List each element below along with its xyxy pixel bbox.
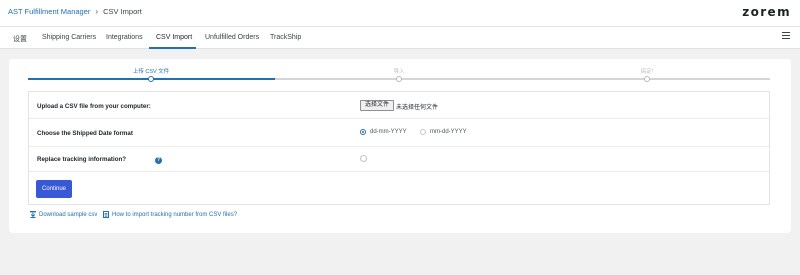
step-label-upload: 上传 CSV 文件 bbox=[132, 69, 170, 75]
how-to-import-link[interactable]: How to import tracking number from CSV f… bbox=[112, 212, 237, 218]
tab-csv-import[interactable]: CSV Import bbox=[156, 34, 192, 41]
upload-label: Upload a CSV file from your computer: bbox=[37, 103, 151, 110]
csv-import-form: Upload a CSV file from your computer: 选择… bbox=[28, 91, 770, 205]
radio-label-mm-dd-yyyy: mm-dd-YYYY bbox=[430, 129, 467, 135]
import-stepper: 上传 CSV 文件 导入 搞定! bbox=[28, 67, 770, 87]
date-format-label: Choose the Shipped Date format bbox=[37, 130, 133, 137]
breadcrumb-separator: › bbox=[95, 6, 99, 16]
breadcrumb: AST Fulfillment Manager › CSV Import bbox=[8, 7, 142, 16]
choose-file-button[interactable]: 选择文件 bbox=[360, 100, 394, 111]
document-icon bbox=[103, 211, 109, 218]
step-label-done: 搞定! bbox=[640, 69, 654, 75]
tab-settings[interactable]: 设置 bbox=[13, 34, 27, 44]
upload-row: Upload a CSV file from your computer: 选择… bbox=[29, 92, 769, 119]
tab-unfulfilled-orders[interactable]: Unfulfilled Orders bbox=[205, 34, 259, 41]
step-dot-import bbox=[396, 76, 402, 82]
replace-tracking-label: Replace tracking information? ? bbox=[37, 156, 162, 164]
top-bar: AST Fulfillment Manager › CSV Import zor… bbox=[0, 0, 800, 26]
file-status-text: 未选择任何文件 bbox=[396, 105, 439, 111]
menu-icon[interactable] bbox=[782, 32, 790, 40]
active-tab-indicator bbox=[149, 47, 196, 49]
download-sample-csv-link[interactable]: Download sample csv bbox=[39, 212, 97, 218]
tab-shipping-carriers[interactable]: Shipping Carriers bbox=[42, 34, 96, 41]
tab-bar: 设置 Shipping Carriers Integrations CSV Im… bbox=[0, 26, 800, 49]
step-label-import: 导入 bbox=[393, 69, 405, 75]
replace-tracking-text: Replace tracking information? bbox=[37, 156, 127, 163]
tab-integrations[interactable]: Integrations bbox=[106, 34, 143, 41]
breadcrumb-current: CSV Import bbox=[103, 7, 142, 16]
date-format-row: Choose the Shipped Date format dd-mm-YYY… bbox=[29, 119, 769, 147]
zorem-logo: zorem bbox=[742, 5, 791, 19]
radio-dd-mm-yyyy[interactable] bbox=[360, 129, 366, 135]
step-dot-upload bbox=[148, 76, 154, 82]
replace-tracking-row: Replace tracking information? ? bbox=[29, 147, 769, 172]
radio-label-dd-mm-yyyy: dd-mm-YYYY bbox=[370, 129, 407, 135]
step-dot-done bbox=[644, 76, 650, 82]
download-icon bbox=[30, 211, 36, 218]
continue-button[interactable]: Continue bbox=[36, 180, 72, 198]
radio-mm-dd-yyyy[interactable] bbox=[420, 129, 426, 135]
breadcrumb-root-link[interactable]: AST Fulfillment Manager bbox=[8, 7, 90, 16]
question-circle-icon[interactable]: ? bbox=[155, 157, 162, 164]
tab-trackship[interactable]: TrackShip bbox=[270, 34, 301, 41]
replace-tracking-checkbox[interactable] bbox=[360, 155, 367, 162]
